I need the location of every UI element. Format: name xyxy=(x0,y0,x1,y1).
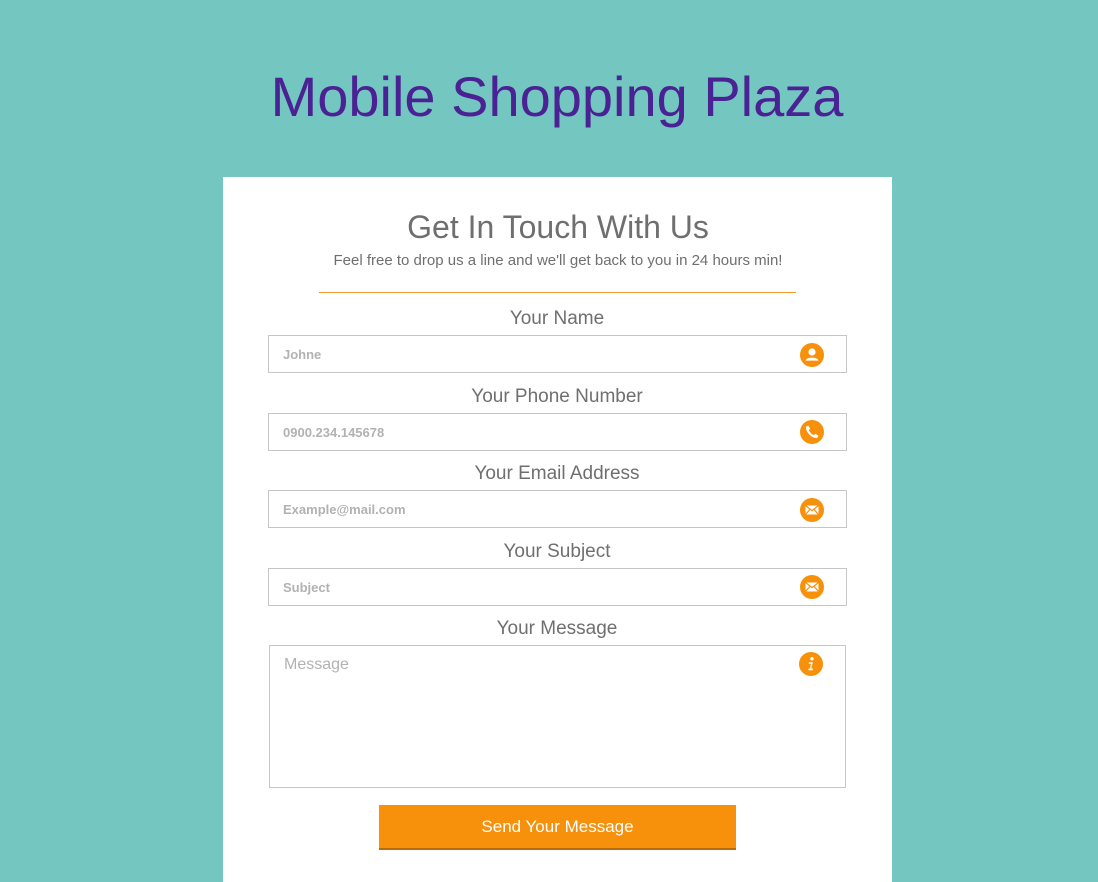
form-title: Get In Touch With Us xyxy=(407,209,709,245)
subject-input[interactable] xyxy=(268,568,847,606)
envelope-icon xyxy=(800,575,824,599)
message-textarea[interactable] xyxy=(269,645,846,788)
envelope-icon xyxy=(800,498,824,522)
subject-label: Your Subject xyxy=(503,541,611,562)
send-message-button[interactable]: Send Your Message xyxy=(379,805,736,850)
phone-icon xyxy=(800,420,824,444)
email-input[interactable] xyxy=(268,490,847,528)
phone-label: Your Phone Number xyxy=(471,386,643,407)
name-label: Your Name xyxy=(509,308,605,329)
title-divider xyxy=(319,292,796,293)
user-icon xyxy=(800,343,824,367)
form-subtitle: Feel free to drop us a line and we'll ge… xyxy=(333,252,783,269)
site-title: Mobile Shopping Plaza xyxy=(270,65,844,128)
message-label: Your Message xyxy=(496,618,618,639)
email-label: Your Email Address xyxy=(474,463,640,484)
phone-input[interactable] xyxy=(268,413,847,451)
name-input[interactable] xyxy=(268,335,847,373)
info-icon xyxy=(799,652,823,676)
